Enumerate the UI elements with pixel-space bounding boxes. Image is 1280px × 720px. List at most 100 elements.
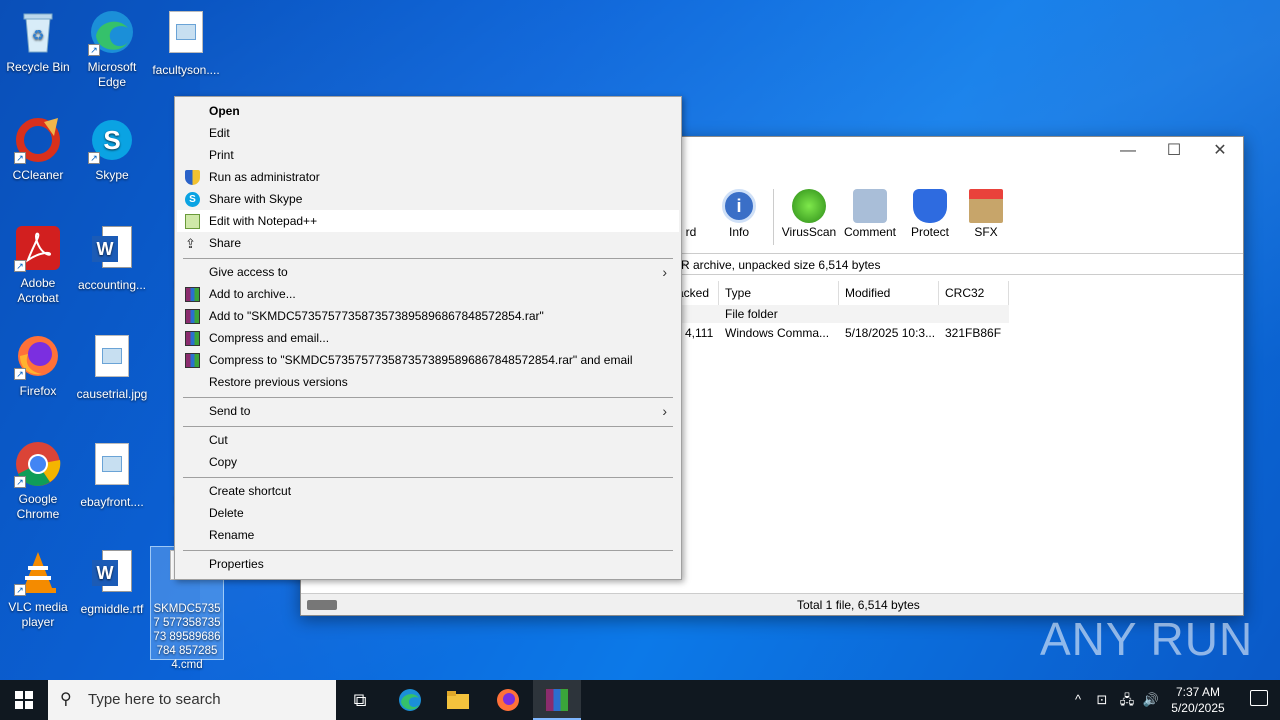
status-text: Total 1 file, 6,514 bytes <box>797 598 920 612</box>
sfx-button[interactable]: SFX <box>958 185 1014 249</box>
info-button[interactable]: i Info <box>711 185 767 249</box>
virusscan-button[interactable]: VirusScan <box>780 185 838 249</box>
toolbar-label: VirusScan <box>781 225 837 239</box>
menu-item-add-to-archive[interactable]: Add to archive... <box>177 283 679 305</box>
cell-type: File folder <box>725 307 778 321</box>
menu-item-compress-to-rar-email[interactable]: Compress to "SKMDC5735757735873573895896… <box>177 349 679 371</box>
menu-item-restore-versions[interactable]: Restore previous versions <box>177 371 679 393</box>
column-type[interactable]: Type <box>719 281 839 305</box>
menu-item-label: Add to "SKMDC573575773587357389589686784… <box>209 309 544 323</box>
menu-item-cut[interactable]: Cut <box>177 429 679 451</box>
desktop-icon-ebayfront[interactable]: ebayfront.... <box>74 440 150 510</box>
taskbar-winrar-button[interactable] <box>533 680 581 720</box>
clock-date: 5/20/2025 <box>1171 701 1225 715</box>
comment-button[interactable]: Comment <box>838 185 902 249</box>
shield-icon <box>913 189 947 223</box>
desktop-icon-adobe-acrobat[interactable]: ↗ Adobe Acrobat <box>0 224 76 306</box>
ccleaner-icon: ↗ <box>14 116 62 164</box>
taskbar-clock[interactable]: 7:37 AM 5/20/2025 <box>1168 684 1228 716</box>
skype-icon: S ↗ <box>88 116 136 164</box>
desktop-icon-egmiddle[interactable]: W egmiddle.rtf <box>74 548 150 617</box>
column-modified[interactable]: Modified <box>839 281 939 305</box>
desktop-icon-label: Microsoft Edge <box>87 60 137 89</box>
taskbar-firefox-button[interactable] <box>484 680 532 720</box>
menu-item-share-skype[interactable]: S Share with Skype <box>177 188 679 210</box>
anyrun-watermark: ANY RUN <box>1040 613 1254 665</box>
menu-item-label: Give access to <box>209 265 288 279</box>
menu-separator <box>183 477 673 478</box>
notification-center-icon[interactable] <box>1250 690 1268 706</box>
menu-item-label: Edit with Notepad++ <box>209 214 318 228</box>
vlc-cone-icon: ↗ <box>14 548 62 596</box>
shortcut-arrow-icon: ↗ <box>14 152 26 164</box>
volume-icon[interactable]: 🔊 <box>1140 680 1162 720</box>
uac-shield-icon <box>185 170 200 185</box>
desktop-icon-ccleaner[interactable]: ↗ CCleaner <box>0 116 76 183</box>
windows-logo-icon <box>15 691 33 709</box>
cell-crc32: 321FB86F <box>945 326 1002 340</box>
winrar-icon <box>185 287 200 302</box>
column-crc32[interactable]: CRC32 <box>939 281 1009 305</box>
menu-separator <box>183 550 673 551</box>
desktop-icon-label: Skype <box>95 168 129 182</box>
menu-item-label: Delete <box>209 506 244 520</box>
menu-item-create-shortcut[interactable]: Create shortcut <box>177 480 679 502</box>
menu-item-label: Copy <box>209 455 238 469</box>
desktop-icon-accounting[interactable]: W accounting... <box>74 224 150 293</box>
menu-item-open[interactable]: Open <box>177 100 679 122</box>
desktop-icon-skype[interactable]: S ↗ Skype <box>74 116 150 183</box>
desktop-icon-label: CCleaner <box>12 168 64 182</box>
menu-item-add-to-rar[interactable]: Add to "SKMDC573575773587357389589686784… <box>177 305 679 327</box>
desktop-icon-label: causetrial.jpg <box>76 387 148 401</box>
desktop-icon-google-chrome[interactable]: ↗ Google Chrome <box>0 440 76 522</box>
taskbar-file-explorer-button[interactable] <box>434 680 482 720</box>
start-button[interactable] <box>0 680 48 720</box>
menu-item-label: Share with Skype <box>209 192 303 206</box>
taskbar-edge-button[interactable] <box>386 680 434 720</box>
desktop-icon-label: VLC media player <box>8 600 68 629</box>
menu-item-print[interactable]: Print <box>177 144 679 166</box>
menu-item-share[interactable]: ⇪ Share <box>177 232 679 254</box>
menu-item-edit-notepadpp[interactable]: Edit with Notepad++ <box>177 210 679 232</box>
menu-item-compress-email[interactable]: Compress and email... <box>177 327 679 349</box>
menu-item-properties[interactable]: Properties <box>177 553 679 575</box>
desktop-icon-recycle-bin[interactable]: ♻ Recycle Bin <box>0 8 76 75</box>
task-view-button[interactable]: ⧉ <box>336 680 384 720</box>
clock-time: 7:37 AM <box>1175 685 1221 699</box>
menu-item-copy[interactable]: Copy <box>177 451 679 473</box>
shortcut-arrow-icon: ↗ <box>88 44 100 56</box>
shortcut-arrow-icon: ↗ <box>14 368 26 380</box>
word-document-icon: W <box>88 550 136 598</box>
menu-item-give-access[interactable]: Give access to › <box>177 261 679 283</box>
menu-item-rename[interactable]: Rename <box>177 524 679 546</box>
search-icon: ⚲ <box>60 691 72 708</box>
desktop-icon-label: ebayfront.... <box>80 495 144 509</box>
menu-item-send-to[interactable]: Send to › <box>177 400 679 422</box>
maximize-button[interactable]: ☐ <box>1151 141 1197 163</box>
show-hidden-icons-button[interactable]: ^ <box>1068 680 1088 720</box>
menu-item-label: Run as administrator <box>209 170 320 184</box>
toolbar-label: SFX <box>974 225 998 239</box>
desktop-icon-label: accounting... <box>77 278 147 292</box>
folder-icon <box>447 691 469 709</box>
desktop-icon-vlc[interactable]: ↗ VLC media player <box>0 548 76 630</box>
menu-item-delete[interactable]: Delete <box>177 502 679 524</box>
toolbar-label: Comment <box>843 225 896 239</box>
skype-icon: S <box>185 192 200 207</box>
taskbar-search-box[interactable]: ⚲ Type here to search <box>48 680 336 720</box>
desktop-icon-causetrial[interactable]: causetrial.jpg <box>74 332 150 402</box>
meet-now-icon[interactable]: ⊡ <box>1092 680 1112 720</box>
close-button[interactable]: ✕ <box>1197 141 1243 163</box>
desktop-icon-facultyson[interactable]: facultyson.... <box>148 8 224 78</box>
protect-button[interactable]: Protect <box>902 185 958 249</box>
chevron-down-icon[interactable]: ⌄ <box>681 256 1237 269</box>
network-icon[interactable]: 🖧 <box>1116 680 1138 720</box>
desktop-icon-microsoft-edge[interactable]: ↗ Microsoft Edge <box>74 8 150 90</box>
desktop-icon-firefox[interactable]: ↗ Firefox <box>0 332 76 399</box>
menu-item-edit[interactable]: Edit <box>177 122 679 144</box>
minimize-button[interactable]: — <box>1105 141 1151 163</box>
notepadpp-icon <box>185 214 200 229</box>
shortcut-arrow-icon: ↗ <box>14 260 26 272</box>
menu-item-run-as-admin[interactable]: Run as administrator <box>177 166 679 188</box>
drive-icon <box>307 600 337 610</box>
